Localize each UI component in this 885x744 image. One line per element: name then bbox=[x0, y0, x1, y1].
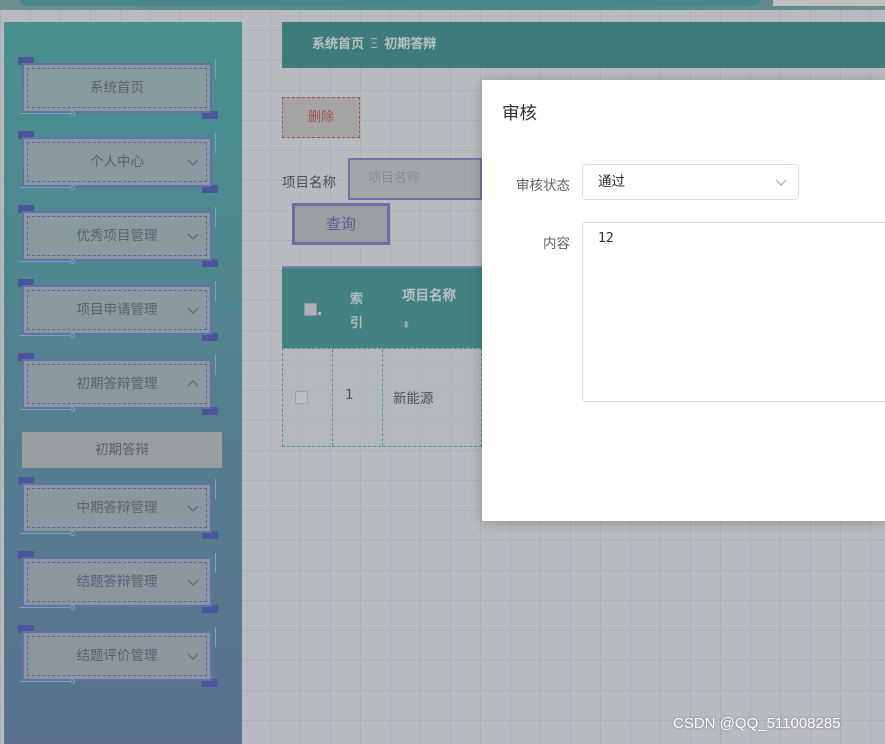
content-textarea[interactable]: 12 bbox=[582, 222, 885, 402]
status-label: 审核状态 bbox=[516, 178, 570, 194]
review-dialog: 审核 审核状态 通过 内容 12 bbox=[482, 80, 885, 521]
status-select[interactable]: 通过 bbox=[582, 164, 799, 200]
content-label: 内容 bbox=[543, 236, 570, 252]
watermark: CSDN @QQ_511008285 bbox=[673, 715, 841, 732]
chevron-down-icon bbox=[775, 179, 787, 186]
dialog-title: 审核 bbox=[502, 104, 537, 124]
status-select-value: 通过 bbox=[598, 174, 625, 190]
